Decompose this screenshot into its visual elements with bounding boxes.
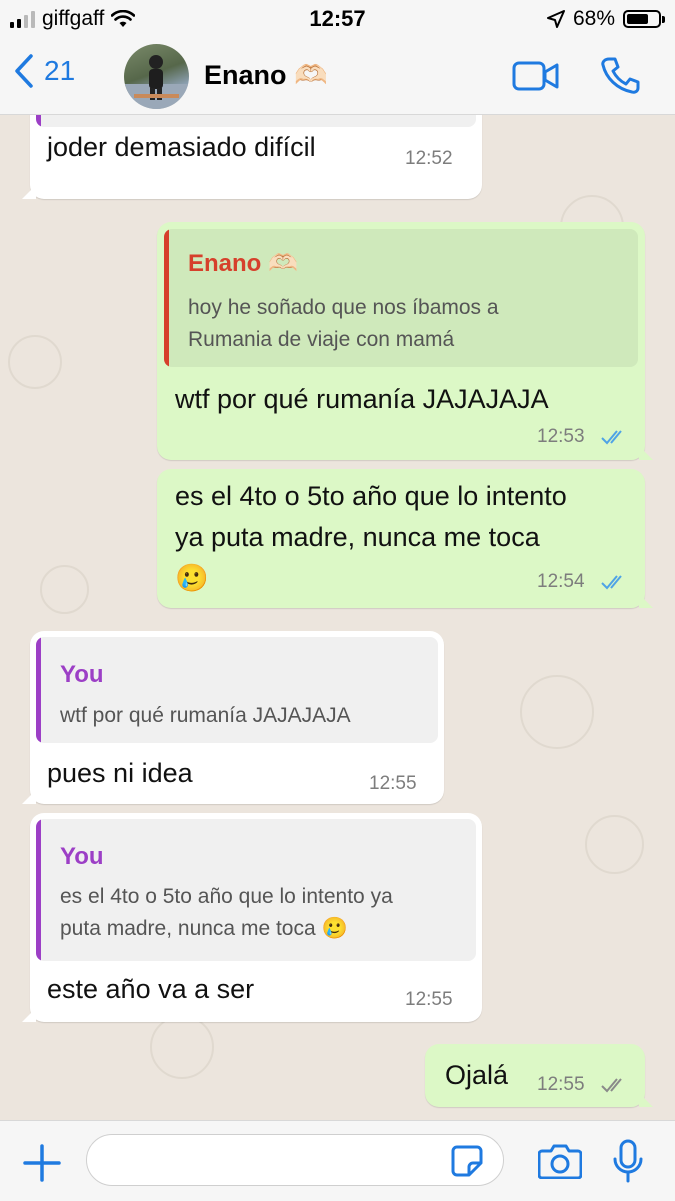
wallpaper-doodle — [150, 1015, 214, 1079]
message-time: 12:54 — [537, 571, 585, 592]
quoted-message[interactable]: You es el 4to o 5to año que lo intento y… — [36, 819, 476, 961]
quoted-message[interactable]: You wtf por qué rumanía JAJAJAJA — [36, 637, 438, 743]
status-bar: giffgaff 12:57 68% — [0, 0, 675, 38]
status-right: 68% — [546, 7, 665, 31]
message-text-line: ya puta madre, nunca me toca — [175, 522, 540, 552]
battery-icon — [623, 10, 665, 28]
quote-author: You — [60, 843, 104, 870]
emoji-crying-smile: 🥲 — [175, 563, 209, 593]
message-incoming[interactable]: joder demasiado difícil 12:52 — [22, 115, 482, 199]
video-call-icon[interactable] — [512, 60, 560, 92]
read-ticks-icon — [601, 430, 622, 445]
quote-author: You — [60, 661, 104, 688]
message-input-field[interactable] — [86, 1134, 504, 1186]
message-outgoing[interactable]: Enano 🫶🏻 hoy he soñado que nos íbamos a … — [157, 222, 653, 460]
chat-area[interactable]: joder demasiado difícil 12:52 Enano 🫶🏻 h… — [0, 115, 675, 1120]
quoted-message[interactable]: Enano 🫶🏻 hoy he soñado que nos íbamos a … — [164, 229, 638, 367]
message-time: 12:53 — [537, 426, 585, 447]
contact-avatar[interactable] — [124, 44, 189, 109]
message-text: este año va a ser — [47, 974, 255, 1004]
quote-text: wtf por qué rumanía JAJAJAJA — [60, 704, 351, 727]
message-outgoing[interactable]: Ojalá 12:55 — [425, 1044, 653, 1107]
chevron-left-icon — [15, 54, 33, 88]
contact-name[interactable]: Enano 🫶🏻 — [204, 59, 328, 91]
quote-text: es el 4to o 5to año que lo intento ya — [60, 885, 393, 908]
unread-count: 21 — [44, 55, 76, 86]
message-input[interactable] — [105, 1145, 449, 1177]
microphone-icon[interactable] — [612, 1139, 644, 1183]
wallpaper-doodle — [40, 565, 89, 614]
quote-text: Rumania de viaje con mamá — [188, 328, 455, 351]
quote-author: Enano 🫶🏻 — [188, 250, 298, 277]
wallpaper-doodle — [8, 335, 62, 389]
message-time: 12:55 — [369, 773, 417, 794]
wallpaper-doodle — [585, 815, 644, 874]
sticker-icon[interactable] — [451, 1145, 483, 1177]
message-time: 12:52 — [405, 148, 453, 169]
message-incoming[interactable]: You es el 4to o 5to año que lo intento y… — [22, 813, 482, 1022]
battery-percent: 68% — [572, 7, 615, 30]
back-button[interactable]: 21 — [14, 54, 75, 88]
input-bar — [0, 1120, 675, 1201]
message-text-line: es el 4to o 5to año que lo intento — [175, 481, 567, 511]
wallpaper-doodle — [520, 675, 594, 749]
message-text: wtf por qué rumanía JAJAJAJA — [175, 384, 549, 414]
message-incoming[interactable]: You wtf por qué rumanía JAJAJAJA pues ni… — [22, 631, 444, 804]
message-time: 12:55 — [537, 1074, 585, 1095]
message-text: Ojalá — [445, 1060, 509, 1090]
phone-call-icon[interactable] — [600, 56, 640, 94]
message-outgoing[interactable]: es el 4to o 5to año que lo intento ya pu… — [157, 469, 653, 608]
message-text: joder demasiado difícil — [47, 132, 316, 162]
plus-icon[interactable] — [22, 1143, 62, 1183]
delivered-ticks-icon — [601, 1078, 622, 1093]
message-text: pues ni idea — [47, 758, 193, 788]
read-ticks-icon — [601, 575, 622, 590]
quote-text: puta madre, nunca me toca 🥲 — [60, 917, 348, 940]
location-arrow-icon — [546, 10, 565, 28]
quoted-message[interactable] — [36, 115, 476, 127]
camera-icon[interactable] — [538, 1143, 582, 1179]
chat-header: 21 Enano 🫶🏻 — [0, 38, 675, 115]
message-time: 12:55 — [405, 989, 453, 1010]
quote-text: hoy he soñado que nos íbamos a — [188, 296, 499, 319]
